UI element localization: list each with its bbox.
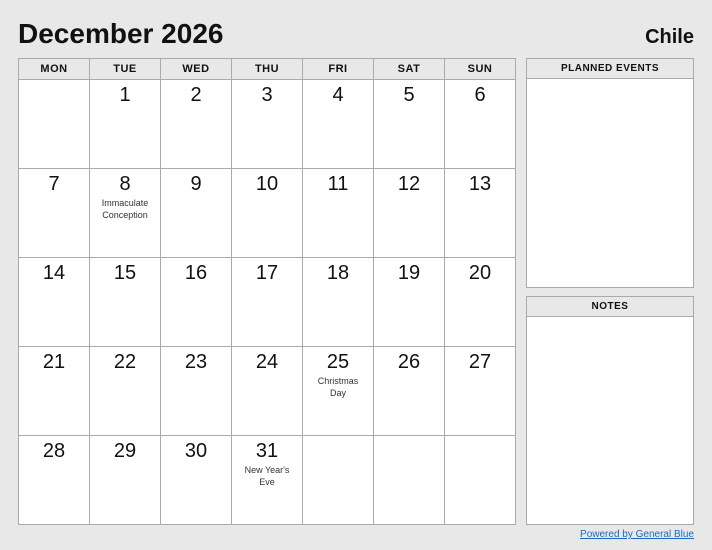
col-thu: THU (232, 59, 303, 80)
calendar-section: MON TUE WED THU FRI SAT SUN 12345678Imma… (18, 58, 516, 525)
table-cell: 12 (374, 169, 445, 258)
table-cell: 2 (161, 80, 232, 169)
day-number: 11 (309, 173, 367, 196)
day-number: 6 (451, 84, 509, 107)
col-wed: WED (161, 59, 232, 80)
table-cell: 27 (445, 347, 516, 436)
table-cell: 20 (445, 258, 516, 347)
day-number: 21 (25, 351, 83, 374)
planned-events-content (527, 79, 693, 199)
table-cell (303, 436, 374, 525)
planned-events-box: PLANNED EVENTS (526, 58, 694, 288)
table-cell: 16 (161, 258, 232, 347)
table-cell: 29 (90, 436, 161, 525)
footer: Powered by General Blue (18, 529, 694, 540)
col-sun: SUN (445, 59, 516, 80)
day-number: 23 (167, 351, 225, 374)
table-row: 78Immaculate Conception910111213 (19, 169, 516, 258)
day-number: 26 (380, 351, 438, 374)
table-cell: 15 (90, 258, 161, 347)
day-number: 30 (167, 440, 225, 463)
table-cell: 23 (161, 347, 232, 436)
table-cell: 5 (374, 80, 445, 169)
table-cell (374, 436, 445, 525)
day-number: 14 (25, 262, 83, 285)
day-number: 31 (238, 440, 296, 463)
day-number: 13 (451, 173, 509, 196)
table-cell: 24 (232, 347, 303, 436)
table-cell: 22 (90, 347, 161, 436)
table-cell (445, 436, 516, 525)
day-number: 1 (96, 84, 154, 107)
table-cell (19, 80, 90, 169)
event-label: Christmas Day (309, 376, 367, 399)
table-cell: 9 (161, 169, 232, 258)
table-cell: 8Immaculate Conception (90, 169, 161, 258)
planned-events-header: PLANNED EVENTS (527, 59, 693, 79)
month-title: December 2026 (18, 18, 223, 50)
days-header-row: MON TUE WED THU FRI SAT SUN (19, 59, 516, 80)
table-cell: 17 (232, 258, 303, 347)
main-area: MON TUE WED THU FRI SAT SUN 12345678Imma… (18, 58, 694, 525)
day-number: 16 (167, 262, 225, 285)
day-number: 12 (380, 173, 438, 196)
table-cell: 3 (232, 80, 303, 169)
day-number: 5 (380, 84, 438, 107)
calendar-table: MON TUE WED THU FRI SAT SUN 12345678Imma… (18, 58, 516, 525)
day-number: 19 (380, 262, 438, 285)
table-cell: 10 (232, 169, 303, 258)
event-label: New Year's Eve (238, 465, 296, 488)
calendar-body: 12345678Immaculate Conception91011121314… (19, 80, 516, 525)
day-number: 15 (96, 262, 154, 285)
table-cell: 28 (19, 436, 90, 525)
table-row: 123456 (19, 80, 516, 169)
day-number: 2 (167, 84, 225, 107)
table-cell: 18 (303, 258, 374, 347)
powered-by-link[interactable]: Powered by General Blue (580, 529, 694, 540)
table-row: 21 22 23 24 25Christmas Day 26 27 (19, 347, 516, 436)
day-number: 18 (309, 262, 367, 285)
country-title: Chile (645, 26, 694, 49)
day-number: 22 (96, 351, 154, 374)
table-row: 28 29 30 31New Year's Eve (19, 436, 516, 525)
notes-content (527, 317, 693, 437)
day-number: 9 (167, 173, 225, 196)
table-cell: 14 (19, 258, 90, 347)
day-number: 3 (238, 84, 296, 107)
day-number: 27 (451, 351, 509, 374)
table-row: 14 15 16 17 18 19 20 (19, 258, 516, 347)
sidebar: PLANNED EVENTS NOTES (526, 58, 694, 525)
table-cell: 26 (374, 347, 445, 436)
table-cell: 25Christmas Day (303, 347, 374, 436)
table-cell: 4 (303, 80, 374, 169)
table-cell: 31New Year's Eve (232, 436, 303, 525)
day-number: 7 (25, 173, 83, 196)
day-number: 24 (238, 351, 296, 374)
table-cell: 30 (161, 436, 232, 525)
notes-box: NOTES (526, 296, 694, 526)
day-number: 17 (238, 262, 296, 285)
day-number: 10 (238, 173, 296, 196)
table-cell: 11 (303, 169, 374, 258)
day-number: 28 (25, 440, 83, 463)
day-number: 4 (309, 84, 367, 107)
table-cell: 13 (445, 169, 516, 258)
table-cell: 1 (90, 80, 161, 169)
event-label: Immaculate Conception (96, 198, 154, 221)
table-cell: 19 (374, 258, 445, 347)
day-number: 8 (96, 173, 154, 196)
table-cell: 21 (19, 347, 90, 436)
col-tue: TUE (90, 59, 161, 80)
day-number: 25 (309, 351, 367, 374)
table-cell: 7 (19, 169, 90, 258)
page: December 2026 Chile MON TUE WED THU FRI … (0, 0, 712, 550)
day-number: 29 (96, 440, 154, 463)
notes-header: NOTES (527, 297, 693, 317)
day-number: 20 (451, 262, 509, 285)
table-cell: 6 (445, 80, 516, 169)
col-sat: SAT (374, 59, 445, 80)
col-fri: FRI (303, 59, 374, 80)
col-mon: MON (19, 59, 90, 80)
header: December 2026 Chile (18, 18, 694, 50)
